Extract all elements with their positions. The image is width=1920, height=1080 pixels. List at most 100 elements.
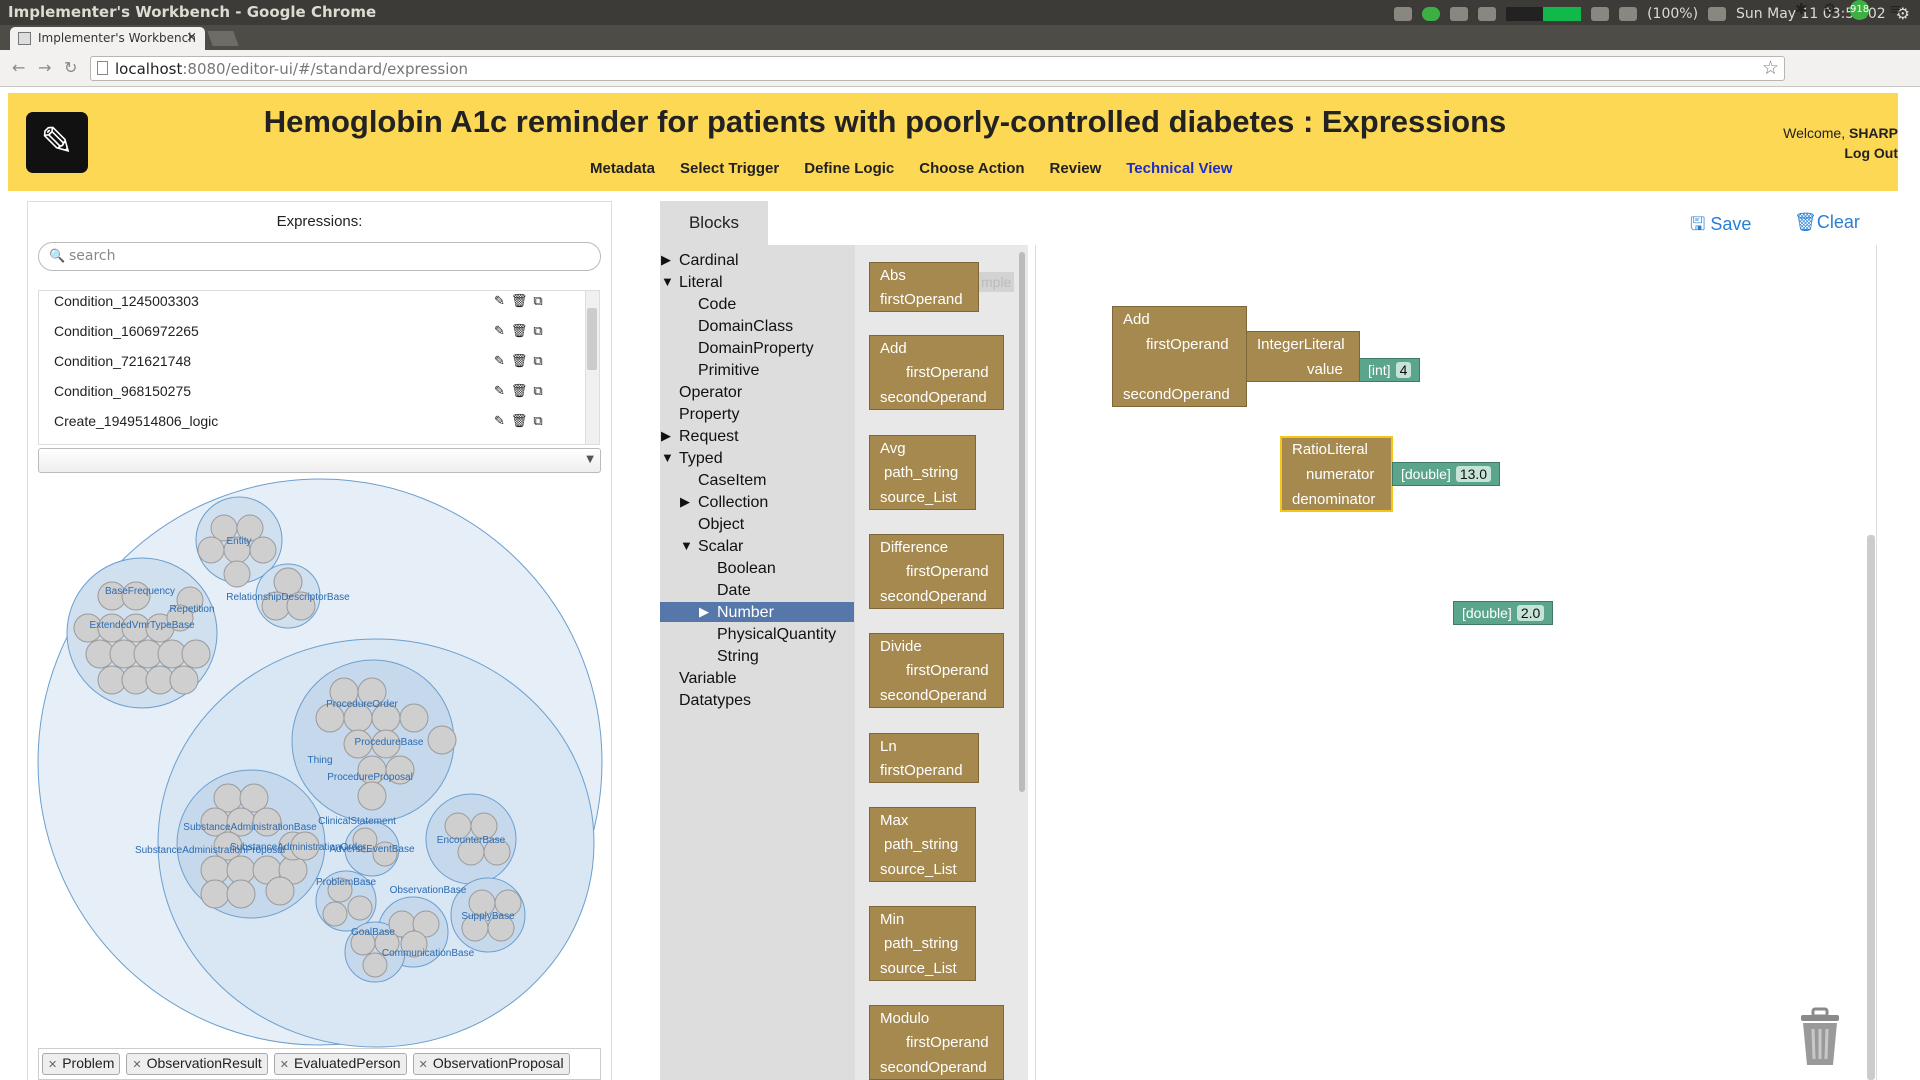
filter-tag[interactable]: ✕ ObservationResult	[126, 1053, 268, 1075]
trash-icon[interactable]: 🗑	[511, 323, 528, 339]
tree-item-date[interactable]: Date	[717, 582, 751, 600]
literal-double[interactable]: [double] 2.0	[1453, 601, 1554, 625]
extension-badge-icon[interactable]: 918	[1850, 0, 1870, 20]
expression-name[interactable]: Condition_968150275	[54, 383, 191, 399]
expression-select[interactable]: ▼	[38, 448, 601, 473]
pencil-icon[interactable]: ✎	[494, 413, 505, 429]
pencil-logo-icon[interactable]: ✎	[26, 112, 88, 173]
tree-item-domainproperty[interactable]: DomainProperty	[698, 340, 814, 358]
block-abs[interactable]: Abs firstOperand	[869, 262, 979, 312]
tree-item-scalar[interactable]: ▼ Scalar	[680, 538, 743, 556]
tree-item-physicalquantity[interactable]: PhysicalQuantity	[717, 626, 836, 644]
trash-icon[interactable]: 🗑	[511, 353, 528, 369]
filter-tag[interactable]: ✕ ObservationProposal	[412, 1053, 570, 1075]
battery-text[interactable]: (100%)	[1647, 6, 1698, 22]
nav-review[interactable]: Review	[1050, 160, 1102, 177]
copy-icon[interactable]: ⧉	[533, 413, 542, 429]
trash-can-icon[interactable]	[1795, 1003, 1845, 1069]
workspace-block-ratioliteral[interactable]: RatioLiteral numerator denominator	[1280, 436, 1393, 512]
expand-arrow-icon[interactable]: ▶	[661, 428, 671, 444]
expression-name[interactable]: Create_1949514806_logic	[54, 413, 218, 429]
tree-item-operator[interactable]: Operator	[679, 384, 742, 402]
copy-icon[interactable]: ⧉	[533, 353, 542, 369]
logout-link[interactable]: Log Out	[1844, 145, 1898, 161]
clear-button[interactable]: 🗑Clear	[1794, 212, 1860, 233]
tree-item-code[interactable]: Code	[698, 296, 736, 314]
bookmark-star-icon[interactable]: ☆	[1762, 57, 1779, 79]
tree-item-property[interactable]: Property	[679, 406, 739, 424]
tree-item-string[interactable]: String	[717, 648, 759, 666]
list-scroll-thumb[interactable]	[587, 308, 597, 370]
expression-name[interactable]: Condition_1245003303	[54, 293, 199, 309]
literal-int-value[interactable]: 4	[1395, 362, 1412, 378]
tree-item-primitive[interactable]: Primitive	[698, 362, 759, 380]
collapse-arrow-icon[interactable]: ▼	[680, 538, 693, 553]
remove-tag-icon[interactable]: ✕	[48, 1059, 57, 1071]
system-monitor[interactable]	[1506, 6, 1582, 21]
reload-icon[interactable]: ↻	[64, 58, 77, 77]
expand-arrow-icon[interactable]: ▶	[680, 494, 690, 510]
expand-arrow-icon[interactable]: ▶	[661, 252, 671, 268]
tree-item-boolean[interactable]: Boolean	[717, 560, 776, 578]
nav-metadata[interactable]: Metadata	[590, 160, 655, 177]
tree-item-number[interactable]: ▶ Number	[699, 604, 774, 622]
block-avg[interactable]: Avg path_string source_List	[869, 435, 976, 510]
tree-item-variable[interactable]: Variable	[679, 670, 737, 688]
forward-icon[interactable]: →	[38, 58, 51, 77]
pencil-icon[interactable]: ✎	[494, 293, 505, 309]
keyboard-icon[interactable]	[1394, 6, 1413, 21]
browser-tab[interactable]: Implementer's Workbench ×	[10, 27, 205, 50]
copy-icon[interactable]: ⧉	[533, 383, 542, 399]
tree-item-caseitem[interactable]: CaseItem	[698, 472, 766, 490]
block-max[interactable]: Max path_string source_List	[869, 807, 976, 882]
remove-tag-icon[interactable]: ✕	[419, 1059, 428, 1071]
block-difference[interactable]: Difference firstOperand secondOperand	[869, 534, 1004, 609]
tree-item-collection[interactable]: ▶ Collection	[680, 494, 768, 512]
workspace-block-add[interactable]: Add firstOperand secondOperand	[1112, 306, 1247, 407]
bluetooth-icon[interactable]	[1450, 6, 1469, 21]
tab-blocks[interactable]: Blocks	[660, 201, 768, 245]
list-item[interactable]: Condition_721621748 ✎ 🗑 ⧉	[54, 353, 543, 383]
tree-item-object[interactable]: Object	[698, 516, 744, 534]
trash-icon[interactable]: 🗑	[511, 293, 528, 309]
mail-icon[interactable]	[1619, 6, 1638, 21]
literal-double[interactable]: [double] 13.0	[1392, 462, 1501, 486]
list-item[interactable]: Create_1949514806_logic ✎ 🗑 ⧉	[54, 413, 543, 443]
check-icon[interactable]	[1422, 6, 1441, 21]
settings-gear-icon[interactable]: ⚙	[1823, 0, 1836, 18]
search-input[interactable]: 🔍 search	[38, 242, 601, 271]
literal-double-value[interactable]: 2.0	[1516, 605, 1545, 621]
address-bar[interactable]: localhost:8080/editor-ui/#/standard/expr…	[90, 56, 1785, 81]
dropbox-icon[interactable]	[1478, 6, 1497, 21]
remove-tag-icon[interactable]: ✕	[280, 1059, 289, 1071]
block-add[interactable]: Add firstOperand secondOperand	[869, 335, 1004, 410]
flyout-scrollbar[interactable]	[1019, 252, 1025, 792]
tree-item-cardinal[interactable]: ▶ Cardinal	[661, 252, 739, 270]
pencil-icon[interactable]: ✎	[494, 323, 505, 339]
nav-select-trigger[interactable]: Select Trigger	[680, 160, 779, 177]
tree-item-request[interactable]: ▶ Request	[661, 428, 739, 446]
tree-item-typed[interactable]: ▼ Typed	[661, 450, 723, 468]
copy-icon[interactable]: ⧉	[533, 323, 542, 339]
extension-icon[interactable]: ✱	[1795, 0, 1808, 18]
close-tab-icon[interactable]: ×	[186, 30, 197, 45]
expand-arrow-icon[interactable]: ▶	[699, 604, 709, 620]
pencil-icon[interactable]: ✎	[494, 353, 505, 369]
pencil-icon[interactable]: ✎	[494, 383, 505, 399]
collapse-arrow-icon[interactable]: ▼	[661, 450, 674, 465]
remove-tag-icon[interactable]: ✕	[132, 1059, 141, 1071]
tree-item-datatypes[interactable]: Datatypes	[679, 692, 751, 710]
nav-choose-action[interactable]: Choose Action	[919, 160, 1024, 177]
block-ln[interactable]: Ln firstOperand	[869, 733, 979, 783]
list-item[interactable]: Condition_1245003303 ✎ 🗑 ⧉	[54, 293, 543, 323]
workspace-scrollbar[interactable]	[1867, 535, 1875, 1080]
literal-int[interactable]: [int] 4	[1359, 358, 1421, 382]
copy-icon[interactable]: ⧉	[533, 293, 542, 309]
new-tab-button[interactable]	[207, 31, 239, 46]
filter-tag[interactable]: ✕ EvaluatedPerson	[273, 1053, 407, 1075]
list-item[interactable]: Condition_1606972265 ✎ 🗑 ⧉	[54, 323, 543, 353]
literal-double-value[interactable]: 13.0	[1455, 466, 1492, 482]
block-min[interactable]: Min path_string source_List	[869, 906, 976, 981]
back-icon[interactable]: ←	[12, 58, 25, 77]
trash-icon[interactable]: 🗑	[511, 383, 528, 399]
